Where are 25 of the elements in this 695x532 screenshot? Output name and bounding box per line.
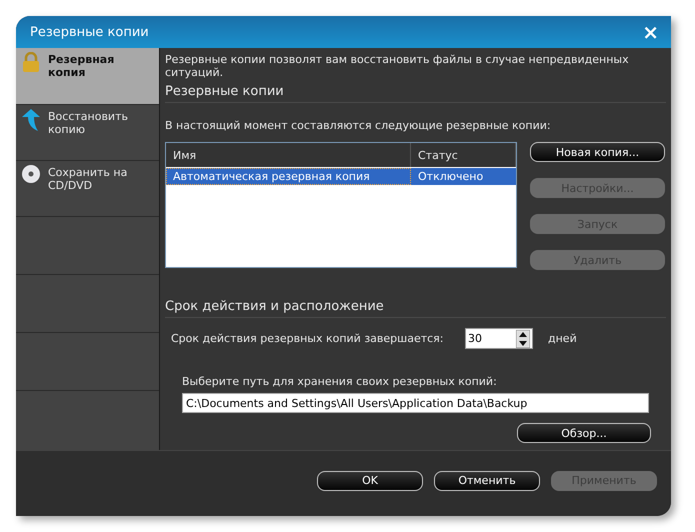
close-button[interactable]: × (642, 22, 659, 42)
padlock-icon (22, 52, 40, 72)
section-heading: Срок действия и расположение (165, 294, 666, 318)
column-header[interactable]: Имя (166, 143, 411, 167)
path-field[interactable]: C:\Documents and Settings\All Users\Application Data\Backup (182, 393, 649, 413)
column-header[interactable]: Статус (411, 143, 516, 167)
disc-icon (22, 165, 40, 183)
browse-button[interactable]: Обзор... (517, 423, 651, 443)
window-title: Резервные копии (30, 24, 149, 40)
arrow-icon (22, 109, 40, 131)
description-text: Резервные копии позволят вам восстановить файлы в случае непредвиденных ситуаций. (165, 53, 630, 79)
dialog-button[interactable]: OK (317, 470, 423, 490)
action-button[interactable]: Новая копия... (530, 142, 665, 162)
days-unit: дней (548, 332, 577, 345)
sidebar-item[interactable]: Резервная копия (16, 48, 159, 105)
days-spinbox[interactable]: 30 (465, 328, 533, 349)
sidebar-item[interactable]: Сохранить на CD/DVD (16, 161, 159, 217)
dialog-button[interactable]: Отменить (434, 470, 540, 490)
sidebar-item[interactable]: Восстановить копию (16, 105, 159, 161)
table-row[interactable]: Автоматическая резервная копия Отключено (166, 168, 516, 185)
spin-arrows-icon[interactable] (516, 330, 530, 348)
section-heading: Резервные копии (165, 79, 666, 103)
intro-text: В настоящий момент составляются следующие резервные копии: (165, 119, 552, 132)
path-label: Выберите путь для хранения своих резервных копий: (181, 375, 498, 388)
expiry-label: Срок действия резервных копий завершается: (171, 332, 445, 345)
